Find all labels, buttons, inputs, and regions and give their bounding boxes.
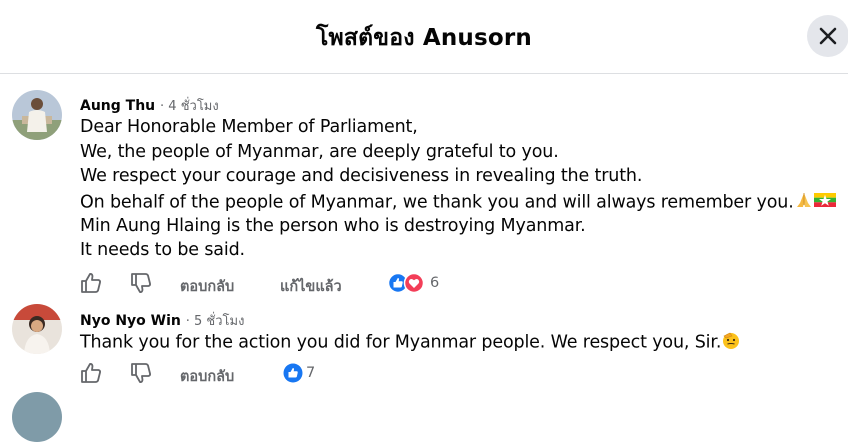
dialog-title: โพสต์ของ Anusorn [315,25,533,51]
comment-text-line: We, the people of Myanmar, are deeply gr… [80,142,559,162]
folded-hands-emoji [794,191,814,214]
comment-text-line: It needs to be said. [80,240,245,260]
thumbs-up-outline-icon [81,363,101,383]
love-reaction-icon [403,272,425,294]
reply-button[interactable]: ตอบกลับ [180,275,234,298]
reaction-count[interactable]: 6 [430,275,439,291]
comment-text-line: Min Aung Hlaing is the person who is des… [80,216,586,236]
comment-author[interactable]: Nyo Nyo Win [80,313,181,329]
reaction-summary[interactable] [387,272,428,298]
close-icon [819,27,837,45]
comment-text-line: Dear Honorable Member of Parliament, [80,117,418,137]
avatar[interactable] [12,392,62,442]
avatar[interactable] [12,304,62,354]
reply-button[interactable]: ตอบกลับ [180,365,234,388]
dislike-button[interactable] [130,362,152,388]
comment-text-line: We respect your courage and decisiveness… [80,166,643,186]
comment-text-line-with-emoji: Thank you for the action you did for Mya… [80,330,741,355]
comment-timestamp[interactable]: · 5 ชั่วโมง [186,314,245,329]
dislike-button[interactable] [130,272,152,298]
edited-label[interactable]: แก้ไขแล้ว [280,275,342,298]
reaction-count[interactable]: 7 [306,365,315,381]
saluting-face-emoji [721,330,741,355]
thumbs-down-outline-icon [131,363,151,383]
comment-author[interactable]: Aung Thu [80,98,155,114]
comment-timestamp[interactable]: · 4 ชั่วโมง [160,99,219,114]
myanmar-flag-emoji [813,192,836,213]
thumbs-up-outline-icon [81,273,101,293]
reaction-summary[interactable] [282,362,304,388]
like-button[interactable] [80,272,102,298]
thumbs-down-outline-icon [131,273,151,293]
like-reaction-icon [283,363,303,383]
like-button[interactable] [80,362,102,388]
avatar[interactable] [12,90,62,140]
comment-text-line-with-emoji: On behalf of the people of Myanmar, we t… [80,191,836,214]
post-dialog-header: โพสต์ของ Anusorn [0,0,848,74]
comment-text: Thank you for the action you did for Mya… [80,332,722,353]
close-button[interactable] [807,15,848,57]
comment-text: On behalf of the people of Myanmar, we t… [80,192,794,213]
